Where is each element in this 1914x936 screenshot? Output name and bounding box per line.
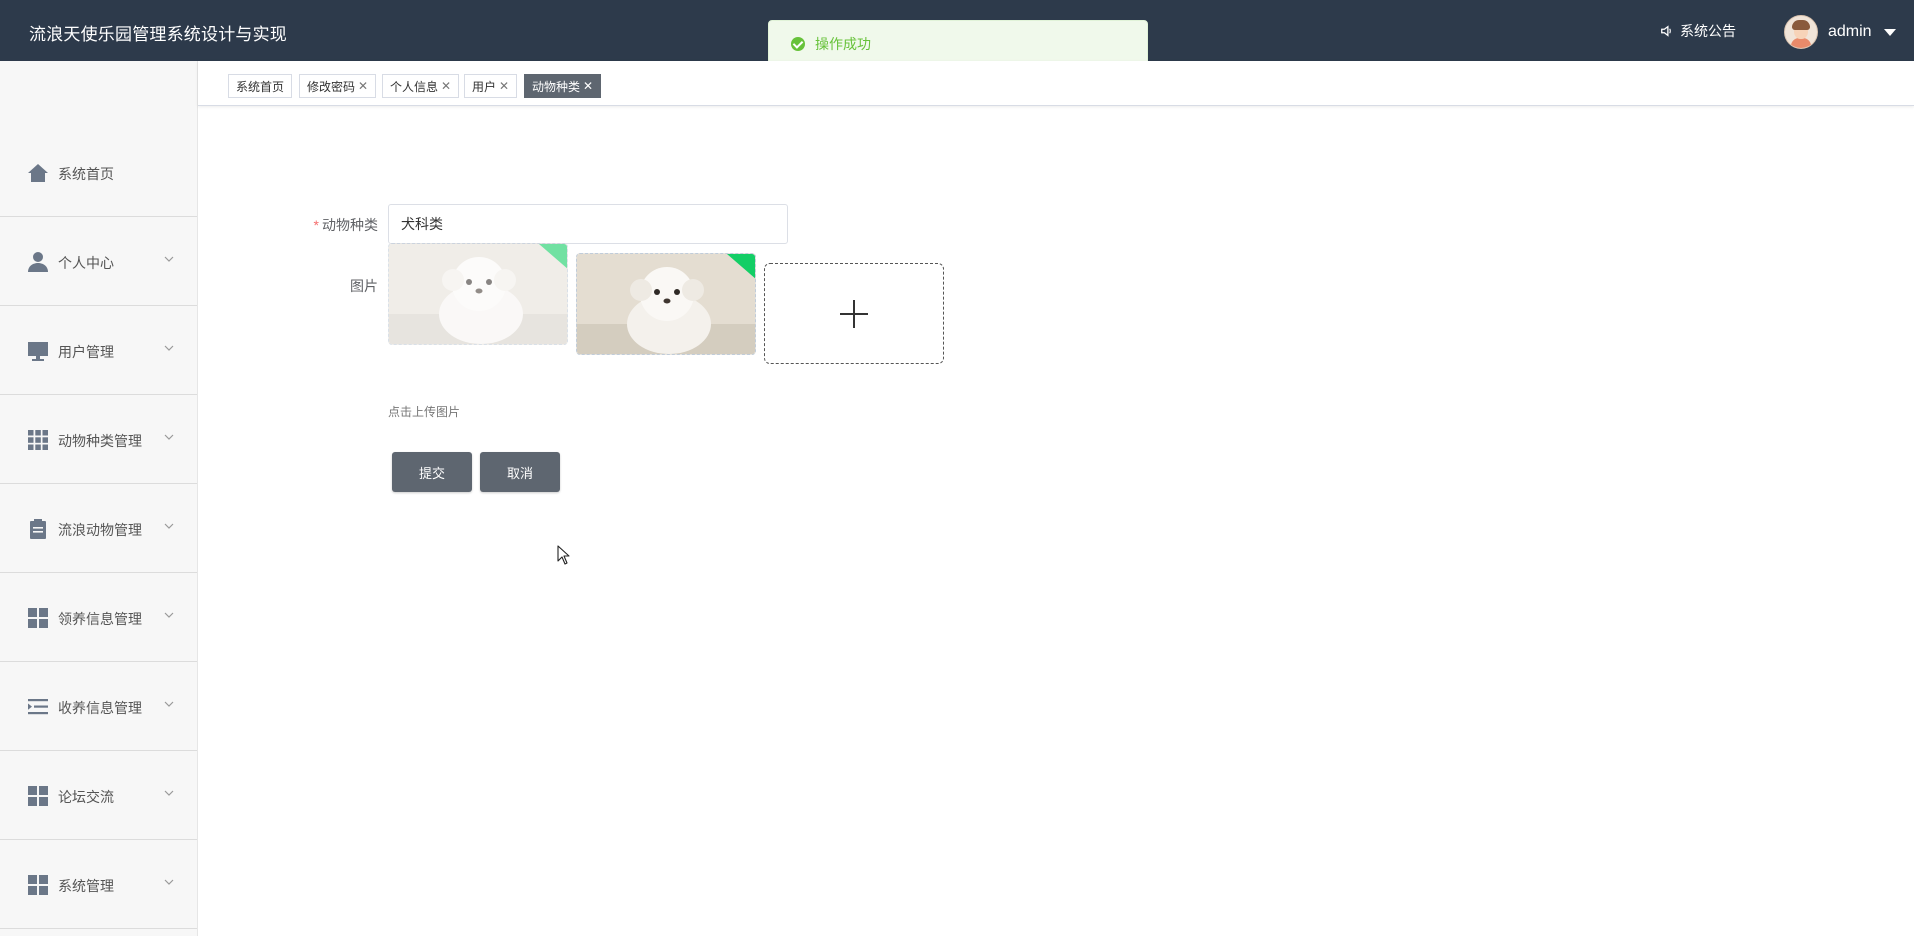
- submit-button[interactable]: 提交: [392, 452, 472, 492]
- chevron-down-icon: [164, 256, 174, 262]
- chevron-down-icon: [164, 523, 174, 529]
- close-icon[interactable]: ✕: [499, 79, 509, 93]
- mouse-cursor-icon: [557, 545, 570, 565]
- app-title: 流浪天使乐园管理系统设计与实现: [29, 25, 287, 44]
- home-icon: [28, 164, 48, 182]
- sidebar: 系统首页 个人中心 用户管理 动物种类管理 流浪动物管理 领养信息管理 收养信息…: [0, 61, 198, 936]
- dashboard-icon: [28, 875, 48, 895]
- dog-photo: [389, 244, 567, 344]
- image-label: 图片: [350, 278, 378, 294]
- sidebar-item-stray-animals[interactable]: 流浪动物管理: [0, 484, 197, 573]
- sidebar-item-home[interactable]: 系统首页: [0, 128, 197, 217]
- required-asterisk: *: [313, 217, 319, 233]
- sidebar-item-label: 动物种类管理: [58, 433, 142, 449]
- uploaded-image-thumbnail[interactable]: [388, 243, 568, 345]
- user-icon: [28, 252, 48, 272]
- sidebar-item-animal-category[interactable]: 动物种类管理: [0, 395, 197, 484]
- tab-label: 动物种类: [532, 79, 581, 94]
- tab-label: 系统首页: [236, 79, 285, 94]
- category-input[interactable]: [388, 204, 788, 244]
- user-menu[interactable]: admin: [1784, 15, 1896, 49]
- chevron-down-icon: [164, 345, 174, 351]
- speaker-icon: [1661, 25, 1671, 37]
- sidebar-item-label: 流浪动物管理: [58, 522, 142, 538]
- tags-view: 系统首页 修改密码 ✕ 个人信息 ✕ 用户 ✕ 动物种类 ✕: [198, 61, 1914, 106]
- tab-user[interactable]: 用户 ✕: [464, 74, 518, 98]
- chevron-down-icon: [164, 701, 174, 707]
- tab-animal-category[interactable]: 动物种类 ✕: [524, 74, 602, 98]
- sidebar-item-label: 系统首页: [58, 166, 114, 182]
- plus-icon: [840, 300, 868, 328]
- list-indent-icon: [28, 699, 48, 715]
- sidebar-item-label: 个人中心: [58, 255, 114, 271]
- uploaded-image-thumbnail[interactable]: [576, 253, 756, 355]
- tab-label: 修改密码: [307, 79, 356, 94]
- tab-change-password[interactable]: 修改密码 ✕: [299, 74, 377, 98]
- chevron-down-icon: [164, 612, 174, 618]
- dog-photo: [577, 254, 755, 354]
- toast-message: 操作成功: [815, 36, 871, 52]
- tab-personal-info[interactable]: 个人信息 ✕: [382, 74, 460, 98]
- clipboard-icon: [30, 519, 46, 539]
- sidebar-item-system-management[interactable]: 系统管理: [0, 840, 197, 929]
- sidebar-item-fostering-info[interactable]: 收养信息管理: [0, 662, 197, 751]
- system-notice-link[interactable]: 系统公告: [1660, 21, 1736, 41]
- sidebar-item-personal-center[interactable]: 个人中心: [0, 217, 197, 306]
- sidebar-item-label: 系统管理: [58, 878, 114, 894]
- sidebar-item-adoption-info[interactable]: 领养信息管理: [0, 573, 197, 662]
- sidebar-item-forum[interactable]: 论坛交流: [0, 751, 197, 840]
- monitor-icon: [28, 342, 48, 361]
- chevron-down-icon: [164, 790, 174, 796]
- cancel-button[interactable]: 取消: [480, 452, 560, 492]
- sidebar-item-label: 论坛交流: [58, 789, 114, 805]
- sidebar-item-label: 用户管理: [58, 344, 114, 360]
- chevron-down-icon: [164, 879, 174, 885]
- close-icon[interactable]: ✕: [583, 79, 593, 93]
- close-icon[interactable]: ✕: [358, 79, 368, 93]
- sidebar-item-label: 收养信息管理: [58, 700, 142, 716]
- dashboard-icon: [28, 786, 48, 806]
- tab-home[interactable]: 系统首页: [228, 74, 293, 98]
- chevron-down-icon: [164, 434, 174, 440]
- sidebar-item-user-management[interactable]: 用户管理: [0, 306, 197, 395]
- tab-label: 个人信息: [390, 79, 439, 94]
- close-icon[interactable]: ✕: [441, 79, 451, 93]
- system-notice-label: 系统公告: [1680, 23, 1736, 39]
- avatar: [1784, 15, 1818, 49]
- tab-label: 用户: [472, 79, 497, 94]
- upload-image-button[interactable]: [764, 263, 944, 364]
- success-check-icon: [791, 37, 805, 51]
- dashboard-icon: [28, 608, 48, 628]
- caret-down-icon: [1883, 28, 1896, 36]
- category-label: * 动物种类: [313, 217, 378, 233]
- username: admin: [1828, 23, 1872, 40]
- upload-tip: 点击上传图片: [388, 405, 461, 419]
- sidebar-item-label: 领养信息管理: [58, 611, 142, 627]
- grid-icon: [28, 430, 48, 450]
